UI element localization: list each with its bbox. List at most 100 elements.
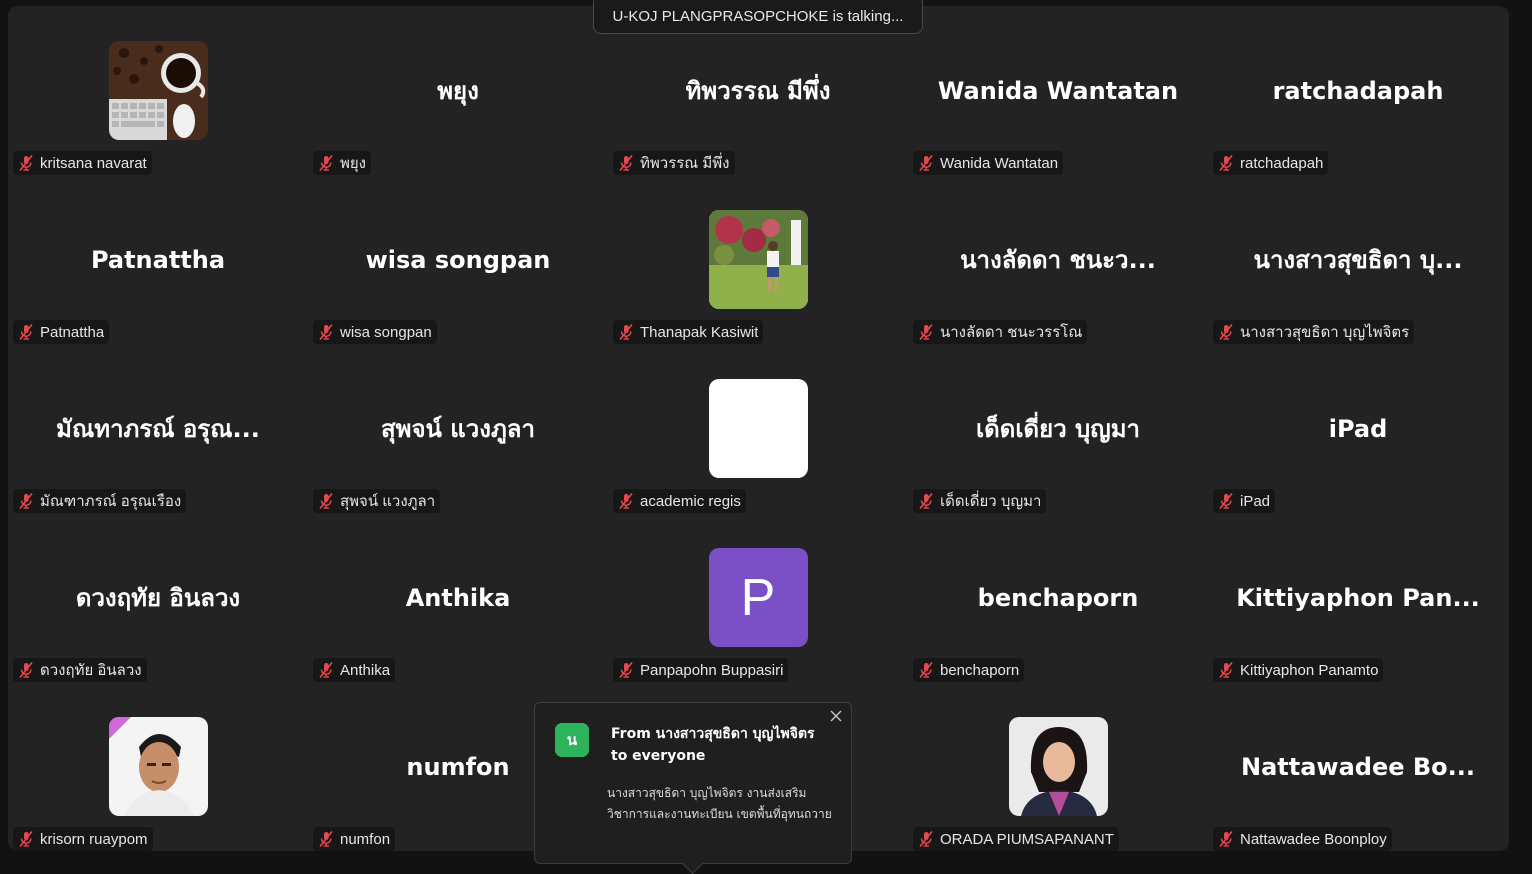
participant-name: iPad <box>1240 492 1271 510</box>
participant-tile[interactable]: wisa songpan wisa songpan <box>308 175 608 344</box>
participant-display-name: เด็ดเดี่ยว บุญมา <box>975 415 1141 443</box>
chat-notification[interactable]: น From นางสาวสุขธิดา บุญไพจิตร to everyo… <box>534 702 852 874</box>
participant-name: Thanapak Kasiwit <box>640 323 759 341</box>
participant-name: ratchadapah <box>1240 154 1324 172</box>
participant-video: Nattawadee Bo... <box>1208 682 1508 851</box>
participant-tile[interactable]: benchaporn benchaporn <box>908 513 1208 682</box>
participant-name-label: krisorn ruaypom <box>13 827 153 851</box>
participant-name: Patnattha <box>40 323 105 341</box>
muted-mic-icon <box>919 324 933 340</box>
participant-display-name: นางสาวสุขธิดา บุ... <box>1253 246 1463 274</box>
participant-tile[interactable]: ORADA PIUMSAPANANT <box>908 682 1208 851</box>
muted-mic-icon <box>319 155 333 171</box>
participant-name: wisa songpan <box>340 323 432 341</box>
participant-name-label: iPad <box>1213 489 1276 513</box>
muted-mic-icon <box>1219 831 1233 847</box>
participant-tile[interactable]: พยุง พยุง <box>308 6 608 175</box>
participant-display-name: wisa songpan <box>365 245 551 274</box>
participant-tile[interactable]: เด็ดเดี่ยว บุญมา เด็ดเดี่ยว บุญมา <box>908 344 1208 513</box>
participant-tile[interactable]: Wanida Wantatan Wanida Wantatan <box>908 6 1208 175</box>
participant-avatar <box>108 717 208 816</box>
participant-tile[interactable]: มัณทาภรณ์ อรุณ... มัณฑาภรณ์ อรุณเรือง <box>8 344 308 513</box>
muted-mic-icon <box>1219 493 1233 509</box>
talking-indicator: U-KOJ PLANGPRASOPCHOKE is talking... <box>593 0 923 34</box>
participant-video: iPad <box>1208 344 1508 513</box>
participant-video: Patnattha <box>8 175 308 344</box>
participant-display-name: benchaporn <box>977 583 1139 612</box>
participant-tile[interactable]: Patnattha Patnattha <box>8 175 308 344</box>
talking-indicator-text: U-KOJ PLANGPRASOPCHOKE is talking... <box>612 7 904 25</box>
participant-video: พยุง <box>308 6 608 175</box>
participant-display-name: Patnattha <box>90 245 226 274</box>
chat-sender-avatar: น <box>555 723 589 757</box>
muted-mic-icon <box>19 831 33 847</box>
participant-name-label: Thanapak Kasiwit <box>613 320 764 344</box>
participant-name: kritsana navarat <box>40 154 147 172</box>
participant-avatar: P <box>708 548 808 647</box>
participant-avatar <box>1008 717 1108 816</box>
participant-tile[interactable]: kritsana navarat <box>8 6 308 175</box>
participant-name-label: ratchadapah <box>1213 151 1329 175</box>
participant-tile[interactable]: ratchadapah ratchadapah <box>1208 6 1508 175</box>
muted-mic-icon <box>919 831 933 847</box>
muted-mic-icon <box>319 493 333 509</box>
participant-video <box>608 175 908 344</box>
participant-tile[interactable]: นางลัดดา ชนะว... นางลัดดา ชนะวรรโณ <box>908 175 1208 344</box>
participant-name-label: Patnattha <box>13 320 110 344</box>
participant-name: ดวงฤทัย อินลวง <box>40 662 142 679</box>
participant-display-name: Wanida Wantatan <box>937 76 1179 105</box>
participant-avatar <box>708 379 808 478</box>
muted-mic-icon <box>1219 662 1233 678</box>
chat-to-line: to everyone <box>611 748 706 764</box>
muted-mic-icon <box>619 493 633 509</box>
participant-name-label: benchaporn <box>913 658 1025 682</box>
participant-video: มัณทาภรณ์ อรุณ... <box>8 344 308 513</box>
muted-mic-icon <box>319 324 333 340</box>
participant-name-label: พยุง <box>313 151 372 175</box>
muted-mic-icon <box>1219 324 1233 340</box>
participant-tile[interactable]: สุพจน์ แวงภูลา สุพจน์ แวงภูลา <box>308 344 608 513</box>
participant-display-name: พยุง <box>437 77 479 105</box>
participant-name-label: Wanida Wantatan <box>913 151 1064 175</box>
participant-display-name: ratchadapah <box>1272 76 1444 105</box>
participant-tile[interactable]: ดวงฤทัย อินลวง ดวงฤทัย อินลวง <box>8 513 308 682</box>
muted-mic-icon <box>19 662 33 678</box>
participant-display-name: สุพจน์ แวงภูลา <box>381 415 535 443</box>
participant-name: numfon <box>340 830 391 848</box>
participant-video: P <box>608 513 908 682</box>
participant-tile[interactable]: Anthika Anthika <box>308 513 608 682</box>
participant-tile[interactable]: krisorn ruaypom <box>8 682 308 851</box>
participant-display-name: นางลัดดา ชนะว... <box>960 246 1156 274</box>
participant-tile[interactable]: Kittiyaphon Pan... Kittiyaphon Panamto <box>1208 513 1508 682</box>
participant-tile[interactable]: Nattawadee Bo... Nattawadee Boonploy <box>1208 682 1508 851</box>
participant-tile[interactable]: นางสาวสุขธิดา บุ... นางสาวสุขธิดา บุญไพจิ… <box>1208 175 1508 344</box>
participant-name: มัณฑาภรณ์ อรุณเรือง <box>40 493 182 510</box>
participant-tile[interactable]: academic regis <box>608 344 908 513</box>
participant-avatar <box>708 210 808 309</box>
muted-mic-icon <box>319 831 333 847</box>
participant-video <box>908 682 1208 851</box>
participant-video: นางสาวสุขธิดา บุ... <box>1208 175 1508 344</box>
muted-mic-icon <box>19 324 33 340</box>
participant-video: ratchadapah <box>1208 6 1508 175</box>
participant-name: นางลัดดา ชนะวรรโณ <box>940 324 1083 341</box>
participant-name: พยุง <box>340 155 367 172</box>
participant-tile[interactable]: Thanapak Kasiwit <box>608 175 908 344</box>
participant-name-label: เด็ดเดี่ยว บุญมา <box>913 489 1047 513</box>
participant-name-label: ORADA PIUMSAPANANT <box>913 827 1119 851</box>
participant-name: Anthika <box>340 661 391 679</box>
participant-display-name: Kittiyaphon Pan... <box>1236 583 1480 612</box>
participant-name-label: kritsana navarat <box>13 151 152 175</box>
participant-tile[interactable]: P Panpapohn Buppasiri <box>608 513 908 682</box>
muted-mic-icon <box>619 155 633 171</box>
participant-video <box>8 6 308 175</box>
muted-mic-icon <box>19 155 33 171</box>
participant-video: Kittiyaphon Pan... <box>1208 513 1508 682</box>
participant-name: benchaporn <box>940 661 1020 679</box>
muted-mic-icon <box>319 662 333 678</box>
participant-tile[interactable]: iPad iPad <box>1208 344 1508 513</box>
chat-header: From นางสาวสุขธิดา บุญไพจิตร to everyone <box>611 723 843 767</box>
chat-message: นางสาวสุขธิดา บุญไพจิตร งานส่งเสริมวิชาก… <box>607 786 832 821</box>
muted-mic-icon <box>619 662 633 678</box>
participant-video: benchaporn <box>908 513 1208 682</box>
